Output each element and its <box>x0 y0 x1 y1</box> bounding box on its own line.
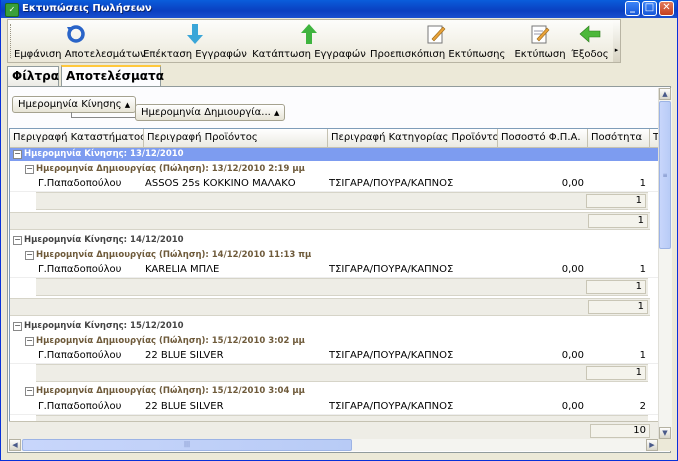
exit-arrow-icon <box>579 25 601 43</box>
collapse-records-button[interactable]: Κατάπτωση Εγγραφών <box>252 22 366 62</box>
col-quantity[interactable]: Ποσότητα <box>588 129 650 147</box>
group-by-creation-date-button[interactable]: Ημερομηνία Δημιουργία... ▲ <box>135 104 286 121</box>
col-store[interactable]: Περιγραφή Καταστήματος <box>10 129 144 147</box>
group-by-movement-date-button[interactable]: Ημερομηνία Κίνησης ▲ <box>12 96 137 113</box>
subgroup-summary: 1 <box>36 192 648 210</box>
toolbar-overflow-button[interactable]: ▸ <box>613 19 621 63</box>
toolbar: Εμφάνιση Αποτελεσμάτων Επέκταση Εγγραφών… <box>7 19 621 63</box>
window-title: Εκτυπώσεις Πωλήσεων <box>22 3 152 14</box>
vertical-scrollbar[interactable]: ▲ ≡ ▼ <box>658 88 672 439</box>
group-summary: 1 <box>10 298 650 316</box>
table-row[interactable]: Γ.Παπαδοπούλου 22 BLUE SILVER ΤΣΙΓΑΡΑ/ΠΟ… <box>10 399 658 415</box>
collapse-icon[interactable]: − <box>25 165 34 174</box>
table-row[interactable]: Γ.Παπαδοπούλου ASSOS 25s ΚΟΚΚΙΝΟ ΜΑΛΑΚΟ … <box>10 176 658 192</box>
print-icon <box>531 25 550 44</box>
subgroup-row[interactable]: − Ημερομηνία Δημιουργίας (Πώληση): 14/12… <box>10 249 658 262</box>
results-grid: Περιγραφή Καταστήματος Περιγραφή Προϊόντ… <box>9 128 659 440</box>
close-button[interactable]: ✕ <box>659 1 674 16</box>
grid-header: Περιγραφή Καταστήματος Περιγραφή Προϊόντ… <box>10 129 658 148</box>
show-results-button[interactable]: Εμφάνιση Αποτελεσμάτων <box>14 22 146 62</box>
subgroup-row[interactable]: − Ημερομηνία Δημιουργίας (Πώληση): 13/12… <box>10 163 658 176</box>
group-row[interactable]: − Ημερομηνία Κίνησης: 13/12/2010 <box>10 148 658 161</box>
scroll-down-button[interactable]: ▼ <box>659 427 671 439</box>
tab-results[interactable]: Αποτελέσματα <box>61 65 164 86</box>
collapse-icon[interactable]: − <box>25 337 34 346</box>
subgroup-summary: 1 <box>36 364 648 382</box>
col-product[interactable]: Περιγραφή Προϊόντος <box>144 129 328 147</box>
sales-print-window: ✓ Εκτυπώσεις Πωλήσεων _ □ ✕ Εμφάνιση Απο… <box>0 0 678 461</box>
vertical-scroll-thumb[interactable]: ≡ <box>659 101 671 249</box>
arrow-up-icon <box>301 24 317 44</box>
col-vat[interactable]: Ποσοστό Φ.Π.Α. <box>498 129 588 147</box>
arrow-down-icon <box>187 24 203 44</box>
table-row[interactable]: Γ.Παπαδοπούλου 22 BLUE SILVER ΤΣΙΓΑΡΑ/ΠΟ… <box>10 348 658 364</box>
group-row[interactable]: − Ημερομηνία Κίνησης: 15/12/2010 <box>10 320 658 333</box>
grand-total-row: 10 <box>9 421 658 440</box>
print-preview-icon <box>427 25 446 44</box>
sort-asc-icon: ▲ <box>124 101 131 109</box>
collapse-icon[interactable]: − <box>25 251 34 260</box>
col-category[interactable]: Περιγραφή Κατηγορίας Προϊόντος <box>328 129 498 147</box>
sort-asc-icon: ▲ <box>274 109 280 117</box>
collapse-icon[interactable]: − <box>13 322 22 331</box>
print-button[interactable]: Εκτύπωση <box>514 22 566 62</box>
print-preview-button[interactable]: Προεπισκόπιση Εκτύπωσης <box>370 22 505 62</box>
maximize-button[interactable]: □ <box>642 1 657 16</box>
scroll-right-button[interactable]: ▶ <box>646 439 658 451</box>
subgroup-row[interactable]: − Ημερομηνία Δημιουργίας (Πώληση): 15/12… <box>10 335 658 348</box>
group-summary: 1 <box>10 212 650 230</box>
exit-button[interactable]: Έξοδος <box>568 22 612 62</box>
group-row[interactable]: − Ημερομηνία Κίνησης: 14/12/2010 <box>10 234 658 247</box>
minimize-button[interactable]: _ <box>625 1 640 16</box>
subgroup-summary: 1 <box>36 278 648 296</box>
app-icon: ✓ <box>5 3 19 17</box>
horizontal-scroll-thumb[interactable]: ||| <box>22 439 352 451</box>
horizontal-scrollbar[interactable]: ◀ ||| ▶ <box>9 439 658 451</box>
scroll-up-button[interactable]: ▲ <box>659 88 671 100</box>
subgroup-row[interactable]: − Ημερομηνία Δημιουργίας (Πώληση): 15/12… <box>10 385 658 398</box>
scroll-corner <box>658 439 671 451</box>
collapse-icon[interactable]: − <box>13 236 22 245</box>
table-row[interactable]: Γ.Παπαδοπούλου KARELIA ΜΠΛΕ ΤΣΙΓΑΡΑ/ΠΟΥΡ… <box>10 262 658 278</box>
expand-records-button[interactable]: Επέκταση Εγγραφών <box>142 22 248 62</box>
collapse-icon[interactable]: − <box>25 387 34 396</box>
tab-filters[interactable]: Φίλτρα <box>7 66 59 86</box>
collapse-icon[interactable]: − <box>13 150 22 159</box>
title-bar[interactable]: ✓ Εκτυπώσεις Πωλήσεων _ □ ✕ <box>1 0 677 18</box>
grand-total: 10 <box>590 424 650 438</box>
group-connector-h <box>71 117 136 119</box>
scroll-left-button[interactable]: ◀ <box>9 439 21 451</box>
refresh-icon <box>67 25 85 43</box>
